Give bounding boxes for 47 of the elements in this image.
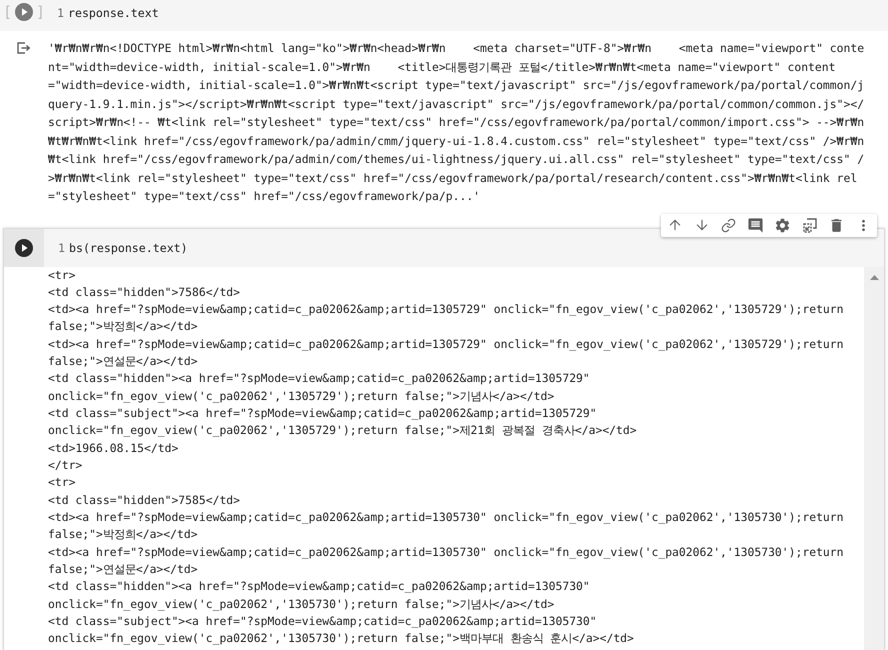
output-line: <td>1966.08.15</td>: [48, 440, 180, 457]
output-line: ₩t₩r₩n₩t<link href="/css/egovframework/pa/admin/cmm/jquery-ui-1.8.4.custom.css" rel="stylesheet" type="text/css" />₩r₩n: [48, 132, 866, 150]
output-line: <td class="subject"><a href="?spMode=view&amp;catid=c_pa02062&amp;artid=1305729": [48, 405, 598, 422]
output-line: ₩t<link href="/css/egovframework/pa/admin/com/themes/ui-lightness/jquery.ui.all.css" rel="stylesheet" type="text/css" /: [48, 151, 866, 168]
box-arrow-icon[interactable]: [17, 42, 31, 54]
prompt-bracket: [: [2, 3, 12, 21]
output-line: <td><a href="?spMode=view&amp;catid=c_pa02062&amp;artid=1305729" onclick="fn_egov_view('c_pa02062','1305729');return: [48, 336, 844, 353]
output-line: <td class="hidden">7585</td>: [48, 492, 242, 509]
output-line: false;">박정희</a></td>: [48, 318, 199, 336]
output-line: ="stylesheet" type="text/css" href="/css/egovframework/pa/p...': [48, 188, 482, 205]
run-button[interactable]: [15, 238, 33, 256]
square-arrow-icon[interactable]: [802, 218, 816, 232]
output-line: <td class="hidden"><a href="?spMode=view&amp;catid=c_pa02062&amp;artid=1305729": [48, 370, 591, 388]
output-line: onclick="fn_egov_view('c_pa02062','1305730');return false;">백마부대 환송식 훈시</a></td>: [48, 630, 635, 648]
output-line: <td><a href="?spMode=view&amp;catid=c_pa02062&amp;artid=1305730" onclick="fn_egov_view('c_pa02062','1305730');return: [48, 544, 844, 561]
output-line: false;">연설문</a></td>: [48, 561, 199, 578]
output-line: onclick="fn_egov_view('c_pa02062','1305729');return false;">기념사</a></td>: [48, 388, 556, 405]
output-line: <tr>: [48, 266, 76, 284]
output-line: '₩r₩n₩r₩n<!DOCTYPE html>₩r₩n<html lang="ko">₩r₩n<head>₩r₩n <meta charset="UTF-8">₩r₩n <meta name="viewport" conte: [48, 40, 866, 57]
output-line: >₩r₩n₩t<link rel="stylesheet" type="text/css" href="/css/egovframework/pa/portal/research/content.css">₩r₩n₩t<link rel: [48, 170, 858, 186]
output-line: script>₩r₩n<!-- ₩t<link rel="stylesheet" type="text/css" href="/css/egovframework/pa/portal/common/import.css"> -->₩r₩n: [48, 114, 866, 131]
output-line: false;">연설문</a></td>: [48, 353, 199, 370]
output-line: nt="width=device-width, initial-scale=1.0">₩r₩n <title>대통령기록관 포털</title>₩r₩n₩t<meta name="viewport" content: [48, 58, 836, 76]
code-text: bs(response.text): [68, 240, 188, 256]
output-line: false;">박정희</a></td>: [48, 526, 199, 544]
output-line: onclick="fn_egov_view('c_pa02062','1305729');return false;">제21회 광복절 경축사</a></td>: [48, 422, 638, 440]
output-line: </tr>: [48, 457, 84, 474]
output-line: ="width=device-width, initial-scale=1.0">₩r₩n₩t<script type="text/javascript" src="/js/egovframework/pa/portal/common/j: [48, 77, 866, 94]
line-number: 1: [57, 5, 64, 21]
link-icon[interactable]: [721, 218, 736, 232]
output-line: query-1.9.1.min.js"></script>₩r₩n₩t<script type="text/javascript" src="/js/egovframework/pa/portal/common/common.js"></: [48, 96, 866, 112]
code-editor[interactable]: 1 bs(response.text): [44, 228, 884, 266]
prompt-bracket: ]: [36, 3, 46, 21]
output-line: <td class="hidden">7586</td>: [48, 284, 242, 301]
output-line: <tr>: [48, 474, 76, 492]
line-number: 1: [58, 240, 65, 256]
scrollbar[interactable]: [864, 266, 884, 650]
output-line: <td class="hidden"><a href="?spMode=view&amp;catid=c_pa02062&amp;artid=1305730": [48, 578, 591, 596]
settings-icon[interactable]: [774, 216, 791, 234]
scroll-up-icon[interactable]: [870, 274, 878, 280]
comment-icon[interactable]: [747, 216, 764, 234]
output-line: <td><a href="?spMode=view&amp;catid=c_pa02062&amp;artid=1305729" onclick="fn_egov_view('c_pa02062','1305729');return: [48, 301, 844, 318]
output-line: onclick="fn_egov_view('c_pa02062','1305730');return false;">기념사</a></td>: [48, 596, 556, 613]
code-editor[interactable]: 1 response.text: [48, 0, 888, 31]
output-line: <td><a href="?spMode=view&amp;catid=c_pa02062&amp;artid=1305730" onclick="fn_egov_view('c_pa02062','1305730');return: [48, 509, 844, 526]
output-line: <td class="subject"><a href="?spMode=view&amp;catid=c_pa02062&amp;artid=1305730": [48, 613, 598, 630]
code-text: response.text: [68, 5, 159, 21]
